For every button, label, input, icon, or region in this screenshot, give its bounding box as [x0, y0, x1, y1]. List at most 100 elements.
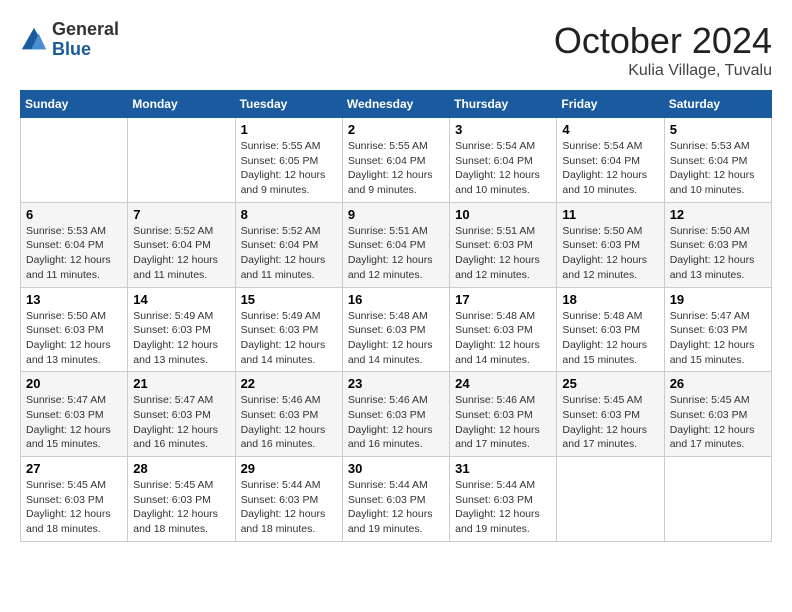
day-cell: 15 Sunrise: 5:49 AMSunset: 6:03 PMDayligh…	[235, 287, 342, 372]
day-detail: Sunrise: 5:47 AMSunset: 6:03 PMDaylight:…	[133, 393, 229, 452]
day-detail: Sunrise: 5:44 AMSunset: 6:03 PMDaylight:…	[241, 478, 337, 537]
day-cell: 2 Sunrise: 5:55 AMSunset: 6:04 PMDaylight…	[342, 118, 449, 203]
day-cell: 30 Sunrise: 5:44 AMSunset: 6:03 PMDayligh…	[342, 457, 449, 542]
calendar-body: 1 Sunrise: 5:55 AMSunset: 6:05 PMDaylight…	[21, 118, 772, 542]
logo: General Blue	[20, 20, 119, 60]
day-number: 24	[455, 376, 551, 391]
day-cell: 23Sunrise: 5:46 AMSunset: 6:03 PMDayligh…	[342, 372, 449, 457]
day-cell: 24Sunrise: 5:46 AMSunset: 6:03 PMDayligh…	[450, 372, 557, 457]
day-cell: 22 Sunrise: 5:46 AMSunset: 6:03 PMDayligh…	[235, 372, 342, 457]
day-number: 11	[562, 207, 658, 222]
day-detail: Sunrise: 5:49 AMSunset: 6:03 PMDaylight:…	[133, 309, 229, 368]
day-number: 16	[348, 292, 444, 307]
day-cell: 1 Sunrise: 5:55 AMSunset: 6:05 PMDaylight…	[235, 118, 342, 203]
day-detail: Sunrise: 5:45 AMSunset: 6:03 PMDaylight:…	[562, 393, 658, 452]
day-detail: Sunrise: 5:45 AMSunset: 6:03 PMDaylight:…	[133, 478, 229, 537]
day-cell: 4 Sunrise: 5:54 AMSunset: 6:04 PMDaylight…	[557, 118, 664, 203]
day-detail: Sunrise: 5:53 AMSunset: 6:04 PMDaylight:…	[26, 224, 122, 283]
day-cell	[664, 457, 771, 542]
day-detail: Sunrise: 5:54 AMSunset: 6:04 PMDaylight:…	[455, 139, 551, 198]
day-cell: 28 Sunrise: 5:45 AMSunset: 6:03 PMDayligh…	[128, 457, 235, 542]
day-detail: Sunrise: 5:53 AMSunset: 6:04 PMDaylight:…	[670, 139, 766, 198]
day-number: 5	[670, 122, 766, 137]
day-number: 15	[241, 292, 337, 307]
day-cell: 10Sunrise: 5:51 AMSunset: 6:03 PMDayligh…	[450, 202, 557, 287]
day-cell: 29Sunrise: 5:44 AMSunset: 6:03 PMDayligh…	[235, 457, 342, 542]
day-cell: 9 Sunrise: 5:51 AMSunset: 6:04 PMDaylight…	[342, 202, 449, 287]
day-cell: 5 Sunrise: 5:53 AMSunset: 6:04 PMDaylight…	[664, 118, 771, 203]
week-row-2: 6Sunrise: 5:53 AMSunset: 6:04 PMDaylight…	[21, 202, 772, 287]
day-cell: 31 Sunrise: 5:44 AMSunset: 6:03 PMDayligh…	[450, 457, 557, 542]
day-detail: Sunrise: 5:44 AMSunset: 6:03 PMDaylight:…	[455, 478, 551, 537]
day-number: 31	[455, 461, 551, 476]
day-cell: 17Sunrise: 5:48 AMSunset: 6:03 PMDayligh…	[450, 287, 557, 372]
day-number: 13	[26, 292, 122, 307]
day-detail: Sunrise: 5:45 AMSunset: 6:03 PMDaylight:…	[670, 393, 766, 452]
day-detail: Sunrise: 5:47 AMSunset: 6:03 PMDaylight:…	[670, 309, 766, 368]
page-header: General Blue October 2024 Kulia Village,…	[20, 20, 772, 80]
day-detail: Sunrise: 5:48 AMSunset: 6:03 PMDaylight:…	[348, 309, 444, 368]
day-detail: Sunrise: 5:48 AMSunset: 6:03 PMDaylight:…	[562, 309, 658, 368]
day-detail: Sunrise: 5:54 AMSunset: 6:04 PMDaylight:…	[562, 139, 658, 198]
day-cell: 6Sunrise: 5:53 AMSunset: 6:04 PMDaylight…	[21, 202, 128, 287]
day-cell: 21Sunrise: 5:47 AMSunset: 6:03 PMDayligh…	[128, 372, 235, 457]
day-detail: Sunrise: 5:55 AMSunset: 6:05 PMDaylight:…	[241, 139, 337, 198]
day-number: 2	[348, 122, 444, 137]
day-detail: Sunrise: 5:49 AMSunset: 6:03 PMDaylight:…	[241, 309, 337, 368]
day-detail: Sunrise: 5:47 AMSunset: 6:03 PMDaylight:…	[26, 393, 122, 452]
day-cell: 13 Sunrise: 5:50 AMSunset: 6:03 PMDayligh…	[21, 287, 128, 372]
day-detail: Sunrise: 5:44 AMSunset: 6:03 PMDaylight:…	[348, 478, 444, 537]
day-cell: 7Sunrise: 5:52 AMSunset: 6:04 PMDaylight…	[128, 202, 235, 287]
logo-blue-text: Blue	[52, 40, 119, 60]
header-day-tuesday: Tuesday	[235, 91, 342, 118]
title-block: October 2024 Kulia Village, Tuvalu	[554, 20, 772, 80]
day-detail: Sunrise: 5:46 AMSunset: 6:03 PMDaylight:…	[348, 393, 444, 452]
day-cell: 14Sunrise: 5:49 AMSunset: 6:03 PMDayligh…	[128, 287, 235, 372]
week-row-1: 1 Sunrise: 5:55 AMSunset: 6:05 PMDaylight…	[21, 118, 772, 203]
day-cell: 20Sunrise: 5:47 AMSunset: 6:03 PMDayligh…	[21, 372, 128, 457]
day-number: 25	[562, 376, 658, 391]
day-detail: Sunrise: 5:45 AMSunset: 6:03 PMDaylight:…	[26, 478, 122, 537]
day-cell: 11Sunrise: 5:50 AMSunset: 6:03 PMDayligh…	[557, 202, 664, 287]
day-number: 7	[133, 207, 229, 222]
day-detail: Sunrise: 5:51 AMSunset: 6:03 PMDaylight:…	[455, 224, 551, 283]
week-row-5: 27 Sunrise: 5:45 AMSunset: 6:03 PMDayligh…	[21, 457, 772, 542]
day-detail: Sunrise: 5:50 AMSunset: 6:03 PMDaylight:…	[26, 309, 122, 368]
logo-icon	[20, 26, 48, 54]
day-cell: 8Sunrise: 5:52 AMSunset: 6:04 PMDaylight…	[235, 202, 342, 287]
day-number: 9	[348, 207, 444, 222]
day-number: 19	[670, 292, 766, 307]
day-cell: 26Sunrise: 5:45 AMSunset: 6:03 PMDayligh…	[664, 372, 771, 457]
calendar-table: SundayMondayTuesdayWednesdayThursdayFrid…	[20, 90, 772, 542]
header-row: SundayMondayTuesdayWednesdayThursdayFrid…	[21, 91, 772, 118]
day-cell: 25 Sunrise: 5:45 AMSunset: 6:03 PMDayligh…	[557, 372, 664, 457]
day-number: 4	[562, 122, 658, 137]
day-number: 28	[133, 461, 229, 476]
day-number: 30	[348, 461, 444, 476]
week-row-4: 20Sunrise: 5:47 AMSunset: 6:03 PMDayligh…	[21, 372, 772, 457]
day-number: 3	[455, 122, 551, 137]
header-day-monday: Monday	[128, 91, 235, 118]
week-row-3: 13 Sunrise: 5:50 AMSunset: 6:03 PMDayligh…	[21, 287, 772, 372]
day-cell: 18Sunrise: 5:48 AMSunset: 6:03 PMDayligh…	[557, 287, 664, 372]
day-cell: 27 Sunrise: 5:45 AMSunset: 6:03 PMDayligh…	[21, 457, 128, 542]
day-cell: 12Sunrise: 5:50 AMSunset: 6:03 PMDayligh…	[664, 202, 771, 287]
calendar-header: SundayMondayTuesdayWednesdayThursdayFrid…	[21, 91, 772, 118]
header-day-wednesday: Wednesday	[342, 91, 449, 118]
day-number: 12	[670, 207, 766, 222]
day-detail: Sunrise: 5:55 AMSunset: 6:04 PMDaylight:…	[348, 139, 444, 198]
day-number: 27	[26, 461, 122, 476]
header-day-saturday: Saturday	[664, 91, 771, 118]
day-cell	[557, 457, 664, 542]
header-day-thursday: Thursday	[450, 91, 557, 118]
day-number: 17	[455, 292, 551, 307]
day-number: 22	[241, 376, 337, 391]
day-detail: Sunrise: 5:46 AMSunset: 6:03 PMDaylight:…	[241, 393, 337, 452]
day-number: 8	[241, 207, 337, 222]
day-number: 1	[241, 122, 337, 137]
header-day-sunday: Sunday	[21, 91, 128, 118]
logo-text: General Blue	[52, 20, 119, 60]
day-cell	[128, 118, 235, 203]
logo-general-text: General	[52, 20, 119, 40]
day-detail: Sunrise: 5:51 AMSunset: 6:04 PMDaylight:…	[348, 224, 444, 283]
